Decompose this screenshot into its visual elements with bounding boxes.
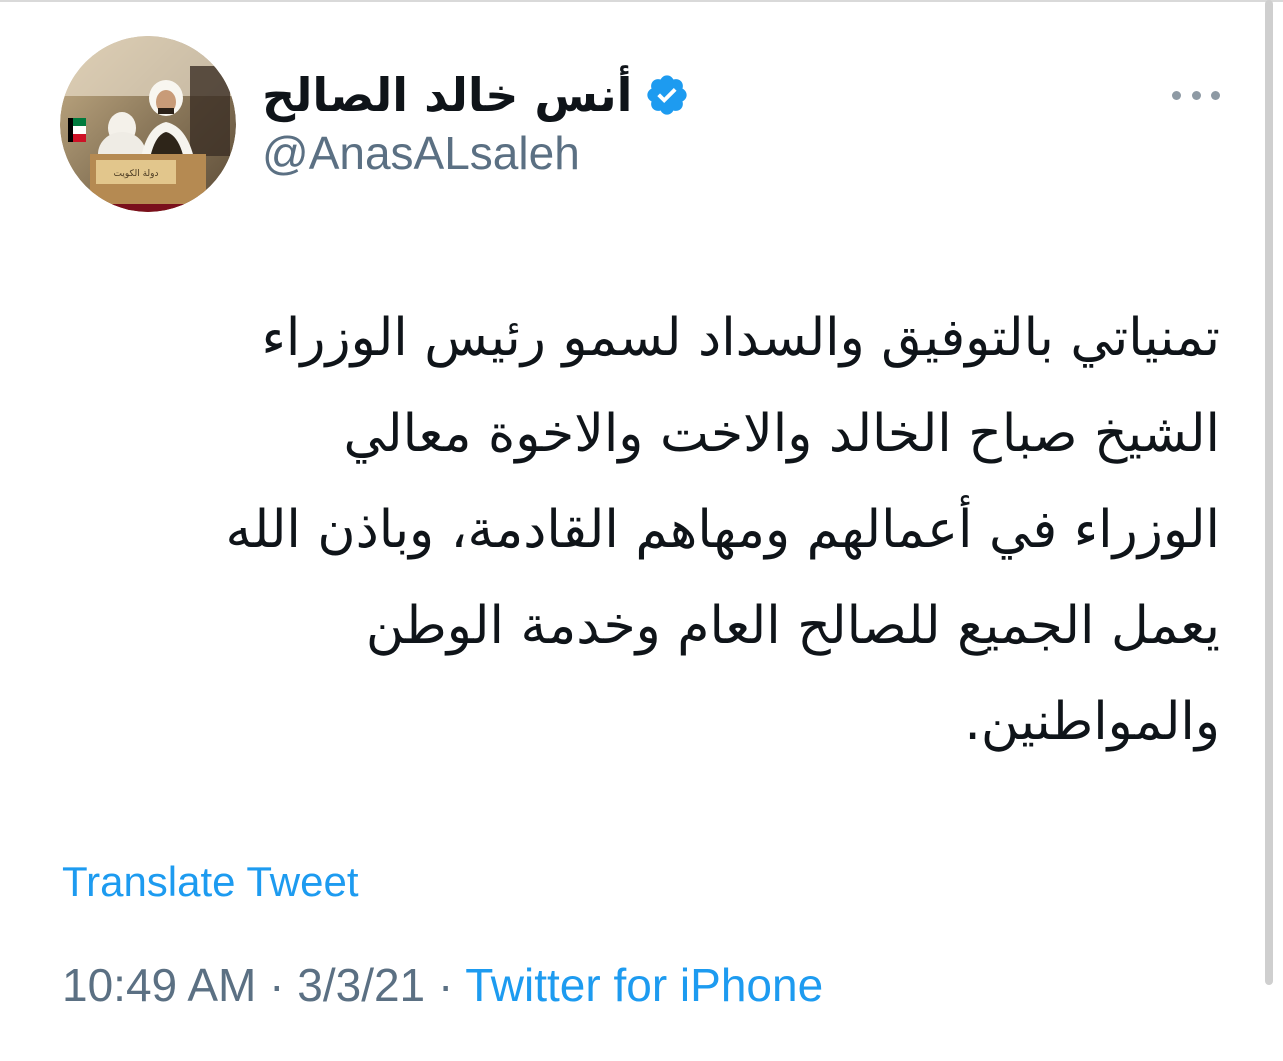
top-border: [0, 0, 1283, 2]
scrollbar[interactable]: [1265, 0, 1273, 985]
tweet-text-line: والمواطنين.: [964, 692, 1220, 752]
tweet-text-line: تمنياتي بالتوفيق والسداد لسمو رئيس الوزر…: [261, 308, 1220, 368]
avatar-nameplate: دولة الكويت: [114, 169, 159, 179]
meta-separator: ·: [269, 959, 285, 1011]
author-handle[interactable]: @AnasALsaleh: [262, 126, 580, 180]
avatar-photo: دولة الكويت: [60, 36, 236, 212]
avatar[interactable]: دولة الكويت: [60, 36, 236, 212]
tweet-date[interactable]: 3/3/21: [297, 959, 425, 1011]
tweet-meta: 10:49 AM · 3/3/21 · Twitter for iPhone: [62, 958, 823, 1012]
tweet-source-link[interactable]: Twitter for iPhone: [465, 959, 823, 1011]
tweet-time[interactable]: 10:49 AM: [62, 959, 256, 1011]
tweet-text-line: يعمل الجميع للصالح العام وخدمة الوطن: [365, 596, 1220, 656]
verified-badge-icon: [644, 72, 690, 118]
author-name-row[interactable]: أنس خالد الصالح: [262, 60, 690, 130]
tweet-text: تمنياتي بالتوفيق والسداد لسمو رئيس الوزر…: [40, 290, 1220, 770]
tweet-text-line: الشيخ صباح الخالد والاخت والاخوة معالي: [343, 404, 1220, 464]
tweet-text-line: الوزراء في أعمالهم ومهاهم القادمة، وباذن…: [225, 500, 1220, 560]
translate-tweet-link[interactable]: Translate Tweet: [62, 858, 358, 906]
author-display-name[interactable]: أنس خالد الصالح: [262, 68, 632, 122]
meta-separator: ·: [437, 959, 454, 1011]
more-dots-icon[interactable]: [1172, 80, 1220, 110]
